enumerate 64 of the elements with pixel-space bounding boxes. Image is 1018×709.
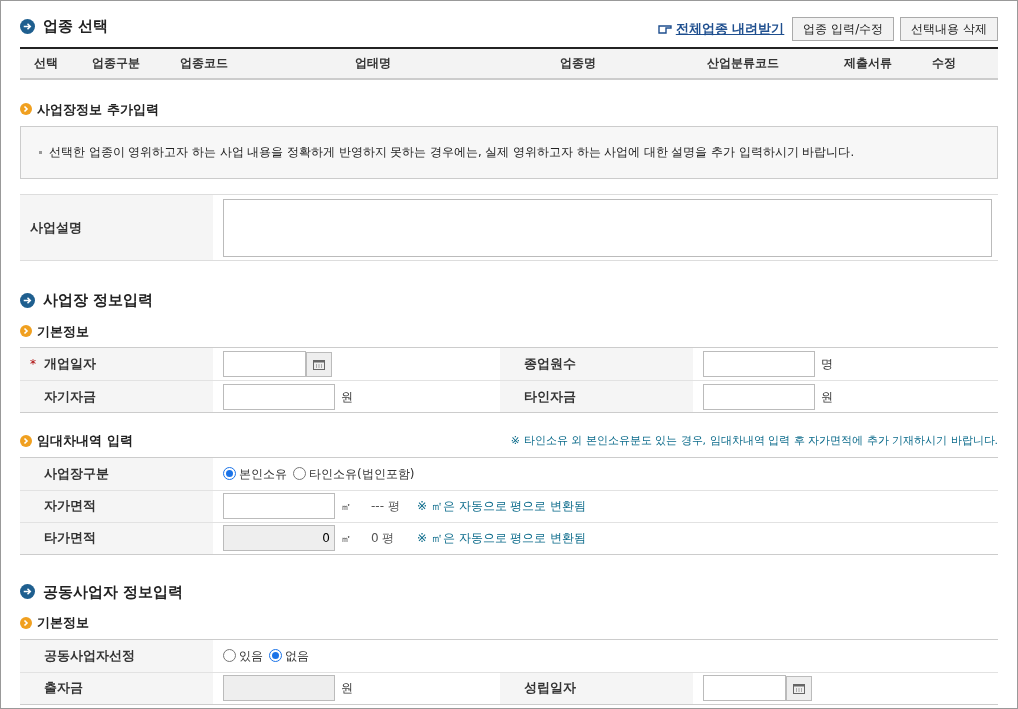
unit-label: ㎡ [341, 531, 352, 546]
field-label: 자가면적 [44, 497, 96, 516]
unit-label: 원 [341, 680, 353, 697]
field-label: 타인자금 [524, 387, 576, 406]
field-label: 출자금 [44, 679, 83, 698]
radio-option[interactable]: 없음 [269, 646, 309, 665]
chevron-circle-icon [20, 434, 32, 447]
unit-label: 원 [821, 388, 833, 406]
required-mark: * [30, 356, 36, 373]
unit-label: 명 [821, 356, 833, 373]
area-field[interactable] [223, 493, 335, 519]
text-field[interactable] [703, 383, 815, 410]
column-header: 업태명 [354, 55, 392, 72]
radio-option[interactable]: 타인소유(법인포함) [293, 464, 415, 483]
column-header: 선택 [33, 55, 59, 72]
field-label: 종업원수 [524, 355, 576, 374]
unit-label: 원 [341, 388, 353, 406]
pyeong-label: 0 평 [371, 530, 396, 547]
column-header: 업종명 [559, 55, 597, 72]
field-label: 사업장구분 [44, 464, 109, 483]
calendar-icon [793, 682, 805, 694]
field-label: 사업설명 [30, 218, 82, 237]
action-button[interactable]: 업종 입력/수정 [792, 16, 895, 41]
conversion-hint: ※ ㎡은 자동으로 평으로 변환됨 [417, 498, 587, 515]
arrow-circle-icon [20, 18, 35, 34]
description-field[interactable] [223, 198, 992, 257]
date-field[interactable] [223, 351, 306, 377]
calendar-button[interactable] [306, 351, 332, 377]
notice-text: ※ 타인소유 외 본인소유분도 있는 경우, 임대차내역 입력 후 자가면적에 추가 기재하시기 바랍니다. [510, 432, 998, 449]
text-field[interactable] [223, 383, 335, 410]
unit-label: ㎡ [341, 499, 352, 514]
chevron-circle-icon [20, 616, 32, 629]
field-label: 타가면적 [44, 529, 96, 548]
arrow-circle-icon [20, 292, 35, 308]
arrow-circle-icon [20, 584, 35, 600]
column-header: 업종구분 [91, 55, 141, 72]
download-link[interactable]: 전체업종 내려받기 [657, 18, 785, 39]
section-title: 사업장 정보입력 [43, 290, 154, 311]
field-label: 공동사업자선정 [44, 646, 135, 665]
chevron-circle-icon [20, 325, 32, 338]
section-title: 공동사업자 정보입력 [43, 581, 184, 603]
calendar-button[interactable] [786, 675, 812, 701]
field-label: 개업일자 [44, 355, 96, 374]
field-label: 성립일자 [524, 679, 576, 698]
column-header: 업종코드 [179, 55, 229, 72]
subsection-title: 기본정보 [37, 322, 89, 341]
conversion-hint: ※ ㎡은 자동으로 평으로 변환됨 [417, 530, 587, 547]
radio-option[interactable]: 있음 [223, 646, 263, 665]
text-field[interactable] [703, 351, 815, 377]
subsection-title: 기본정보 [37, 614, 89, 632]
subsection-title: 임대차내역 입력 [37, 432, 133, 450]
pyeong-label: --- 평 [371, 498, 401, 515]
field-label: 자기자금 [44, 387, 96, 406]
action-button[interactable]: 선택내용 삭제 [900, 16, 998, 41]
radio-option[interactable]: 본인소유 [223, 464, 287, 483]
notice-text: 선택한 업종이 영위하고자 하는 사업 내용을 정확하게 반영하지 못하는 경우에는, 실제 영위하고자 하는 사업에 대한 설명을 추가 입력하시기 바랍니다. [49, 143, 855, 161]
subsection-title: 사업장정보 추가입력 [37, 100, 159, 119]
column-header: 제출서류 [843, 55, 893, 72]
column-header: 수정 [931, 55, 957, 72]
section-title: 업종 선택 [43, 16, 109, 37]
column-header: 산업분류코드 [706, 55, 780, 72]
calendar-icon [313, 358, 325, 370]
chevron-circle-icon [20, 103, 32, 116]
date-field[interactable] [703, 675, 786, 701]
